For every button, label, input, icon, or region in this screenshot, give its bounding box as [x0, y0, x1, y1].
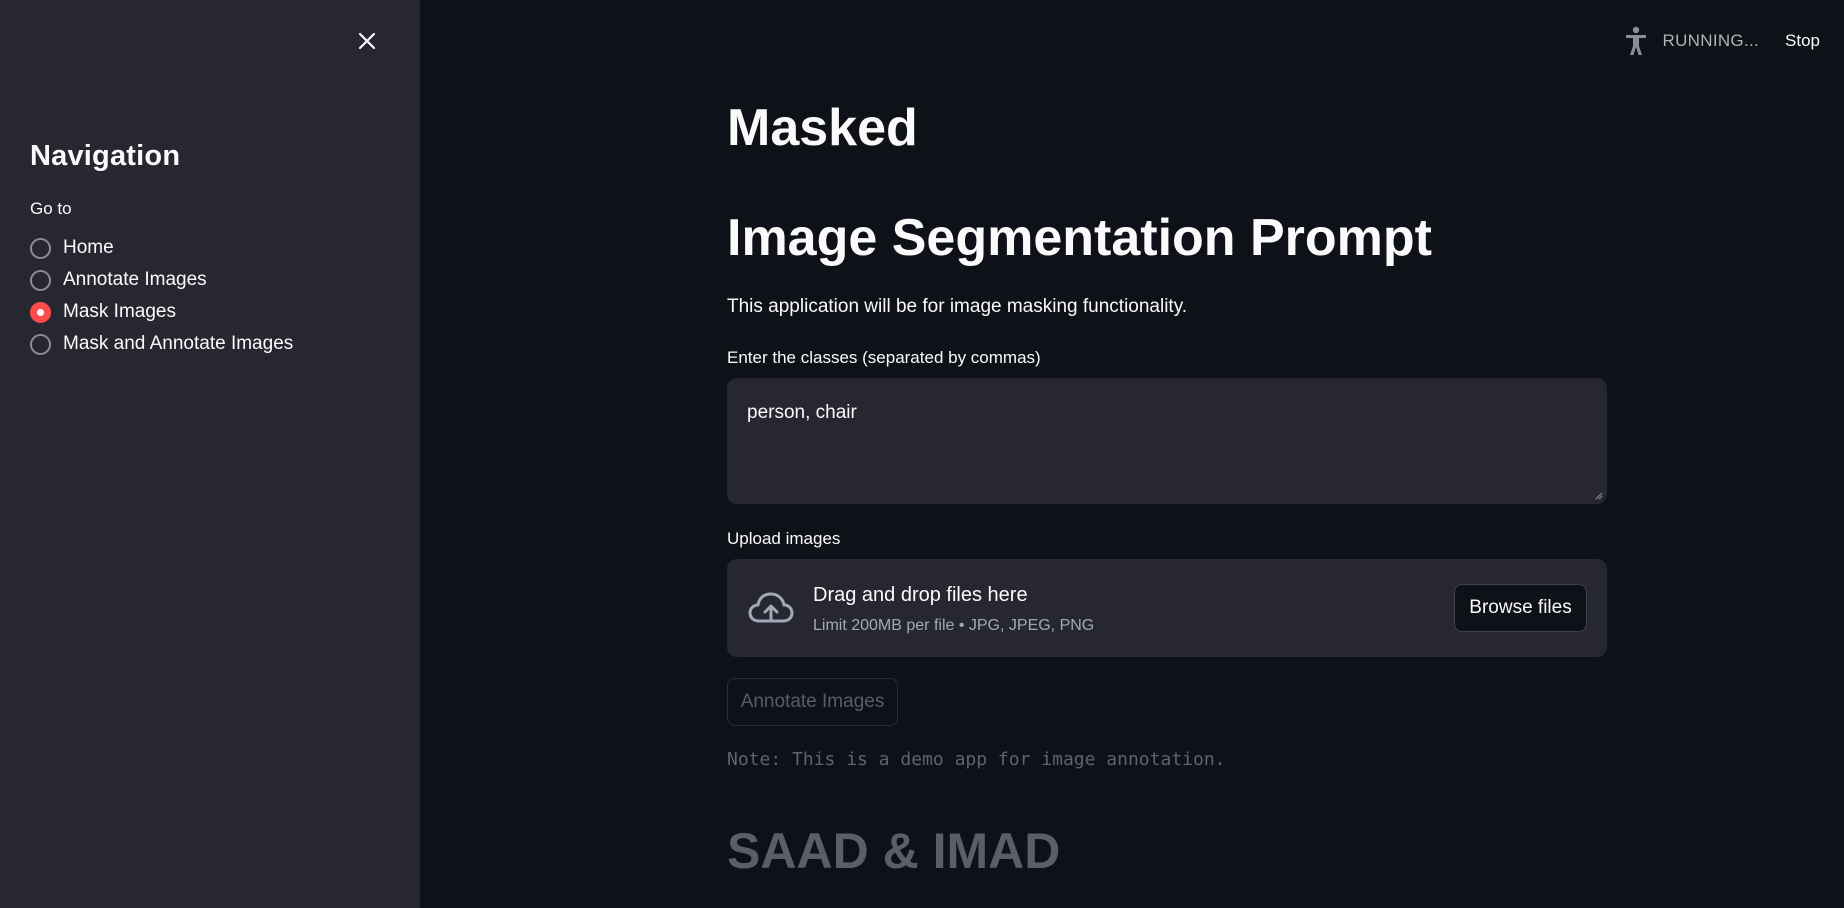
- radio-button[interactable]: [30, 333, 51, 355]
- running-status-text: RUNNING...: [1662, 31, 1760, 50]
- sidebar: Navigation Go to Home Annotate Images Ma…: [0, 0, 420, 908]
- classes-textarea-value: person, chair: [747, 402, 857, 423]
- classes-input-label: Enter the classes (separated by commas): [727, 348, 1041, 367]
- radio-button-selected[interactable]: [30, 301, 51, 323]
- file-uploader-dropzone[interactable]: Drag and drop files here Limit 200MB per…: [727, 559, 1607, 657]
- cloud-upload-icon: [748, 592, 794, 623]
- radio-option-label: Mask Images: [63, 301, 176, 322]
- app-window: Navigation Go to Home Annotate Images Ma…: [0, 0, 1844, 908]
- radio-button[interactable]: [30, 269, 51, 291]
- demo-note: Note: This is a demo app for image annot…: [727, 749, 1226, 770]
- radio-option-home[interactable]: Home: [30, 232, 293, 264]
- radio-option-label: Annotate Images: [63, 269, 207, 290]
- running-man-icon: [1625, 26, 1646, 55]
- resize-handle-icon[interactable]: [1593, 490, 1603, 500]
- close-icon[interactable]: [354, 28, 380, 54]
- footer-credits: SAAD & IMAD: [727, 823, 1061, 879]
- navigation-radio-group: Home Annotate Images Mask Images Mask an…: [30, 232, 293, 360]
- radio-option-annotate-images[interactable]: Annotate Images: [30, 264, 293, 296]
- page-title: Masked: [727, 99, 918, 157]
- radio-group-label: Go to: [30, 199, 72, 218]
- dropzone-limit-text: Limit 200MB per file • JPG, JPEG, PNG: [813, 617, 1095, 634]
- classes-textarea[interactable]: person, chair: [727, 378, 1607, 504]
- radio-option-mask-images[interactable]: Mask Images: [30, 296, 293, 328]
- upload-label: Upload images: [727, 529, 841, 548]
- stop-button[interactable]: Stop: [1785, 31, 1820, 51]
- radio-button[interactable]: [30, 237, 51, 259]
- radio-option-label: Mask and Annotate Images: [63, 333, 294, 354]
- dropzone-instructions: Drag and drop files here: [813, 584, 1028, 606]
- page-subtitle: Image Segmentation Prompt: [727, 209, 1432, 267]
- description-text: This application will be for image maski…: [727, 296, 1188, 317]
- sidebar-heading: Navigation: [30, 140, 181, 172]
- radio-option-label: Home: [63, 237, 114, 258]
- run-status-bar: RUNNING... Stop: [1623, 26, 1820, 56]
- radio-option-mask-and-annotate-images[interactable]: Mask and Annotate Images: [30, 328, 293, 360]
- annotate-images-button[interactable]: Annotate Images: [727, 678, 898, 726]
- browse-files-button[interactable]: Browse files: [1454, 584, 1587, 632]
